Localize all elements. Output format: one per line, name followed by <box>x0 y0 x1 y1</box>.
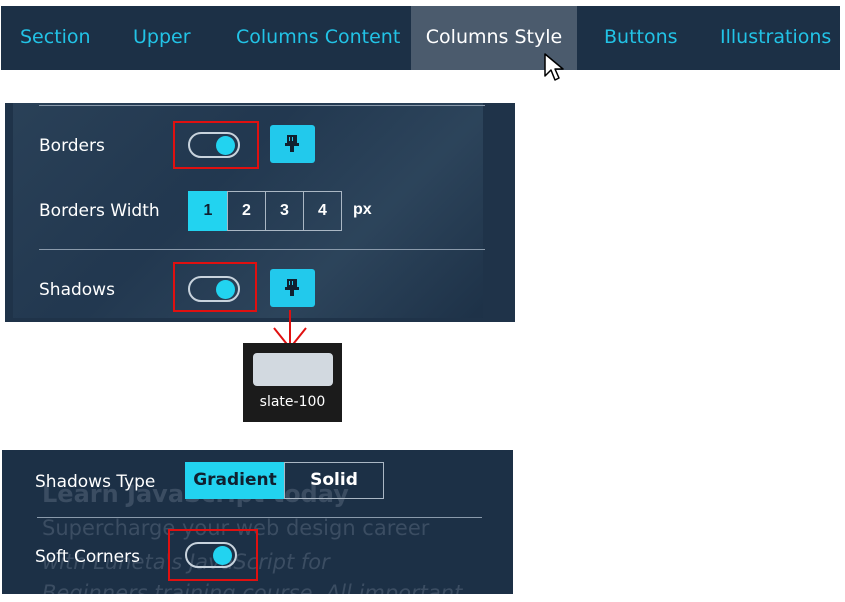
mouse-pointer-icon <box>544 53 564 81</box>
borders-toggle-highlight <box>173 121 259 169</box>
shadows-toggle-highlight <box>173 262 257 312</box>
tab-illustrations[interactable]: Illustrations <box>720 6 831 70</box>
borders-width-label: Borders Width <box>39 201 160 221</box>
divider <box>39 249 485 250</box>
color-swatch-label: slate-100 <box>259 394 326 410</box>
soft-corners-label: Soft Corners <box>35 547 140 567</box>
color-swatch[interactable] <box>253 353 333 386</box>
shadow-type-gradient-button[interactable]: Gradient <box>185 462 285 499</box>
border-width-3-button[interactable]: 3 <box>265 191 304 231</box>
paint-brush-icon <box>285 135 299 152</box>
paint-brush-icon <box>285 279 299 296</box>
divider <box>37 517 482 518</box>
soft-corners-toggle-highlight <box>168 529 258 581</box>
background-text: Beginners training course. All important <box>42 581 463 594</box>
border-width-4-button[interactable]: 4 <box>303 191 342 231</box>
divider <box>39 105 485 106</box>
shadows-label: Shadows <box>39 280 115 300</box>
border-width-1-button[interactable]: 1 <box>188 191 228 231</box>
tab-bar: Section Upper Columns Content Columns St… <box>1 6 840 70</box>
borders-color-button[interactable] <box>270 125 315 163</box>
color-swatch-popup: slate-100 <box>243 343 342 422</box>
shadows-color-button[interactable] <box>270 269 315 307</box>
tab-upper[interactable]: Upper <box>133 6 191 70</box>
border-width-unit: px <box>353 201 372 218</box>
tab-buttons[interactable]: Buttons <box>604 6 678 70</box>
borders-label: Borders <box>39 136 105 156</box>
shadows-type-label: Shadows Type <box>35 472 156 492</box>
border-width-2-button[interactable]: 2 <box>227 191 266 231</box>
tab-columns-content[interactable]: Columns Content <box>236 6 400 70</box>
tab-section[interactable]: Section <box>20 6 91 70</box>
shadow-type-solid-button[interactable]: Solid <box>284 462 384 499</box>
